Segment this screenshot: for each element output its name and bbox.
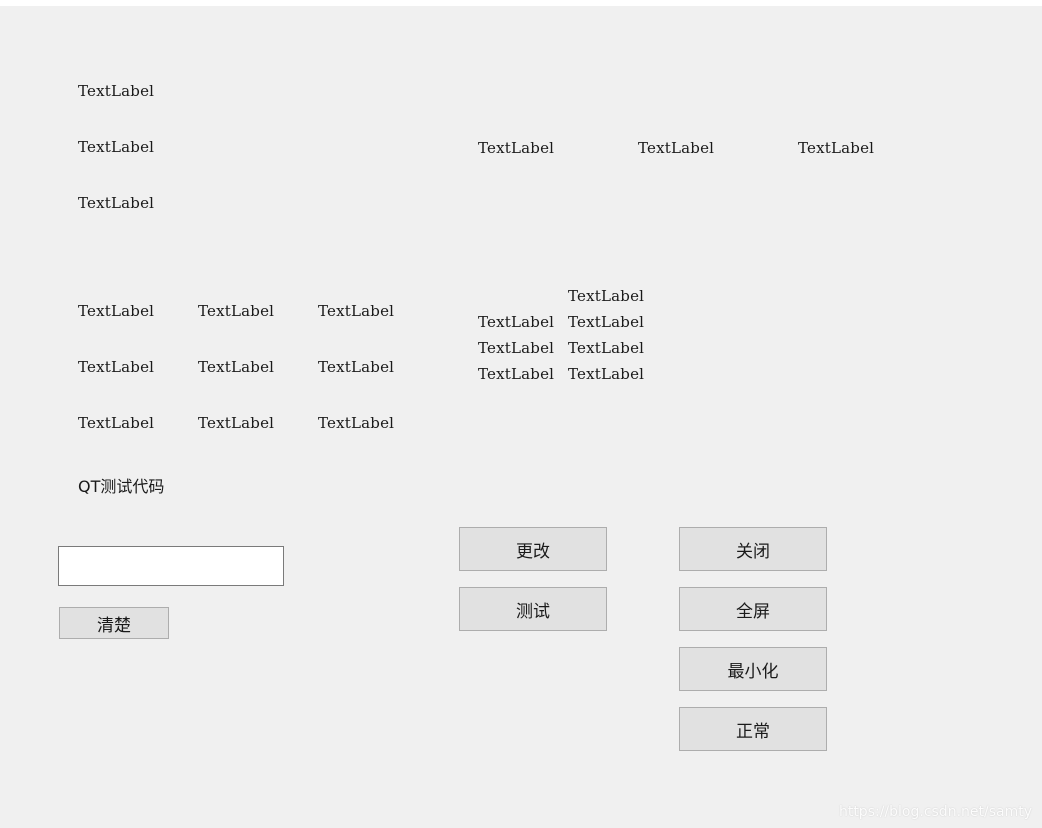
label-grid-c-r1c3: TextLabel	[318, 302, 395, 320]
label-grid-c-r1c1: TextLabel	[78, 302, 155, 320]
label-form-d-r1-value: TextLabel	[568, 313, 645, 331]
label-form-d-r1-key: TextLabel	[478, 313, 555, 331]
label-row-b-3: TextLabel	[798, 139, 875, 157]
normal-button[interactable]: 正常	[679, 707, 827, 751]
label-form-d-r3-key: TextLabel	[478, 365, 555, 383]
label-col-a-3: TextLabel	[78, 194, 155, 212]
label-grid-c-r2c3: TextLabel	[318, 358, 395, 376]
label-row-b-1: TextLabel	[478, 139, 555, 157]
label-form-d-r2-value: TextLabel	[568, 339, 645, 357]
label-form-d-r2-key: TextLabel	[478, 339, 555, 357]
label-form-d-r3-value: TextLabel	[568, 365, 645, 383]
label-grid-c-r3c3: TextLabel	[318, 414, 395, 432]
clear-button[interactable]: 清楚	[59, 607, 169, 639]
qt-title-label: QT测试代码	[78, 477, 165, 496]
label-row-b-2: TextLabel	[638, 139, 715, 157]
label-grid-c-r3c1: TextLabel	[78, 414, 155, 432]
label-col-a-1: TextLabel	[78, 82, 155, 100]
label-col-a-2: TextLabel	[78, 138, 155, 156]
main-window: TextLabel TextLabel TextLabel TextLabel …	[0, 6, 1042, 828]
test-button[interactable]: 测试	[459, 587, 607, 631]
label-grid-c-r2c2: TextLabel	[198, 358, 275, 376]
minimize-button[interactable]: 最小化	[679, 647, 827, 691]
close-button[interactable]: 关闭	[679, 527, 827, 571]
fullscreen-button[interactable]: 全屏	[679, 587, 827, 631]
label-grid-c-r2c1: TextLabel	[78, 358, 155, 376]
text-input[interactable]	[58, 546, 284, 586]
label-grid-c-r1c2: TextLabel	[198, 302, 275, 320]
label-form-d-top: TextLabel	[568, 287, 645, 305]
watermark-text: https://blog.csdn.net/samty	[838, 804, 1032, 820]
label-grid-c-r3c2: TextLabel	[198, 414, 275, 432]
change-button[interactable]: 更改	[459, 527, 607, 571]
